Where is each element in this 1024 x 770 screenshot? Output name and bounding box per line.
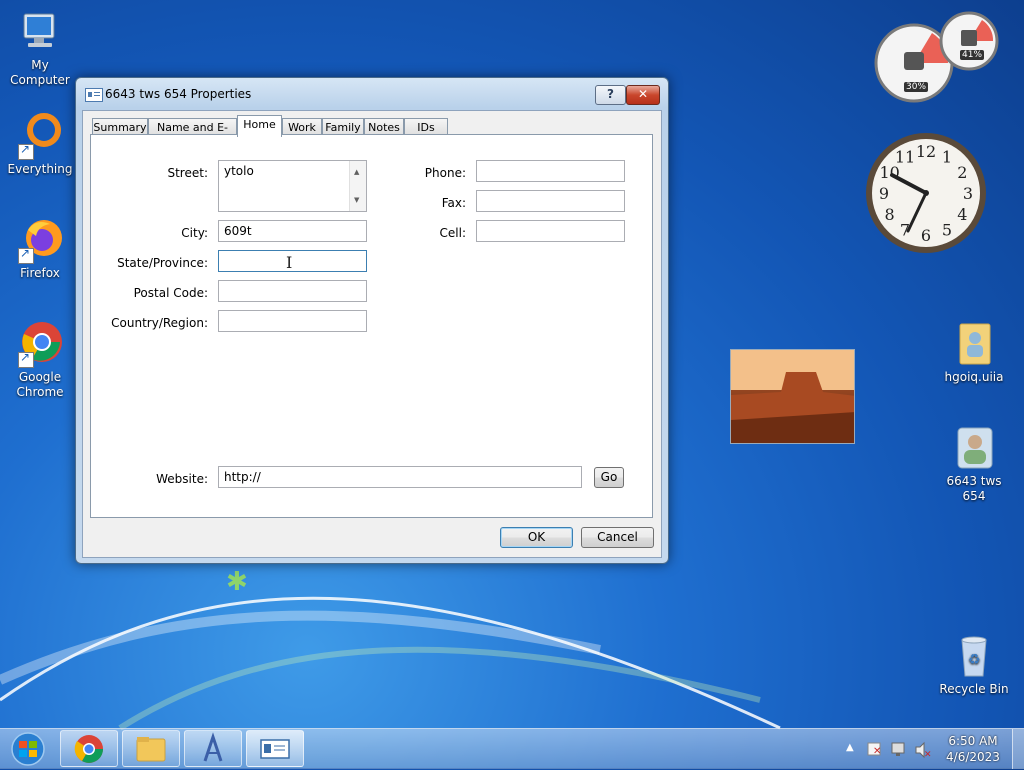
contact-properties-icon [260,739,290,759]
cancel-button[interactable]: Cancel [581,527,654,548]
city-field[interactable]: 609t [218,220,367,242]
desktop-icon-label: Firefox [20,266,60,280]
country-region-field[interactable] [218,310,367,332]
desktop-icon-recycle-bin[interactable]: ♻ Recycle Bin [934,632,1014,697]
scroll-up-icon[interactable]: ▲ [354,164,359,180]
clock-numeral: 5 [942,220,952,239]
help-button[interactable]: ? [595,85,626,105]
cpu-percent: 30% [904,82,929,92]
desktop-icon-everything[interactable]: Everything [0,112,80,177]
everything-icon [16,112,64,160]
clock-numeral: 1 [942,148,952,167]
taskbar-time: 6:50 AM [948,734,998,748]
folder-icon [136,737,166,762]
taskbar-app[interactable] [184,730,242,767]
chrome-icon [74,735,103,763]
scroll-down-icon[interactable]: ▼ [354,192,359,208]
clock-numeral: 6 [921,226,931,245]
clock-numeral: 2 [957,163,967,182]
clock-numeral: 4 [957,205,967,224]
taskbar-contact-properties[interactable] [246,730,304,767]
state-province-label: State/Province: [117,256,208,270]
taskbar-date: 4/6/2023 [946,750,1000,764]
website-label: Website: [156,472,208,486]
taskbar-explorer[interactable] [122,730,180,767]
chrome-icon [16,320,64,368]
contact-properties-window[interactable]: 6643 tws 654 Properties ? ✕ Summary Name… [75,77,669,564]
taskbar-chrome[interactable] [60,730,118,767]
slideshow-gadget[interactable] [730,349,855,444]
postal-code-field[interactable] [218,280,367,302]
shortcut-arrow-icon [18,246,34,264]
contact-card-icon [85,88,103,102]
action-center-icon[interactable]: ✕ [867,742,881,757]
network-icon[interactable] [891,742,905,756]
clock-numeral: 3 [963,184,973,203]
ok-button[interactable]: OK [500,527,573,548]
taskbar: ▲ ✕ ✕ 6:50 AM 4/6/2023 [0,728,1024,769]
desktop-icon-contact[interactable]: 6643 tws 654 [934,424,1014,504]
svg-text:✕: ✕ [924,750,932,760]
computer-icon [16,8,64,56]
app-icon [203,732,223,762]
volume-muted-icon[interactable]: ✕ [915,741,932,760]
postal-code-label: Postal Code: [133,286,208,300]
street-field[interactable]: ytolo ▲ ▼ [218,160,367,212]
cpu-meter-gadget[interactable]: 30% 41% [872,8,1002,103]
desktop-icon-hgoiq[interactable]: hgoiq.uiia [934,320,1014,385]
go-button[interactable]: Go [594,467,624,488]
cell-label: Cell: [439,226,466,240]
street-label: Street: [167,166,208,180]
svg-text:✕: ✕ [873,746,881,757]
street-value: ytolo [224,164,254,178]
fax-field[interactable] [476,190,625,212]
home-tab-panel: Street: ytolo ▲ ▼ City: 609t State/Provi… [90,134,653,518]
window-title: 6643 tws 654 Properties [105,87,252,101]
website-field[interactable]: http:// [218,466,582,488]
text-cursor-icon: I [286,253,293,272]
desktop-icon-google-chrome[interactable]: Google Chrome [0,320,80,400]
show-hidden-icons-icon[interactable]: ▲ [846,742,854,753]
firefox-icon [16,216,64,264]
desktop-icon-firefox[interactable]: Firefox [0,216,80,281]
svg-text:✱: ✱ [226,567,248,597]
clock-numeral: 12 [916,142,936,161]
clock-numeral: 9 [879,184,889,203]
desktop-icon-label: My Computer [10,58,70,87]
desktop-icon-label: Recycle Bin [939,682,1009,696]
contact-icon [950,424,998,472]
show-desktop-button[interactable] [1012,729,1024,769]
memory-percent: 41% [960,50,985,60]
desktop-icon-label: Google Chrome [16,370,64,399]
phone-field[interactable] [476,160,625,182]
phone-label: Phone: [424,166,466,180]
clock-numeral: 11 [895,148,915,167]
dialog-body: Summary Name and E-mail Home Work Family… [82,110,662,558]
start-button[interactable] [6,731,50,767]
recycle-bin-icon: ♻ [950,632,998,680]
city-label: City: [181,226,208,240]
clock-gadget[interactable]: 12 1 2 3 4 5 6 7 8 9 10 11 [864,131,989,256]
taskbar-clock[interactable]: 6:50 AM 4/6/2023 [935,733,1011,765]
shortcut-arrow-icon [18,350,34,368]
desktop-icon-label: Everything [7,162,73,176]
svg-text:♻: ♻ [968,652,981,668]
desktop-icon-label: 6643 tws 654 [946,474,1002,503]
shortcut-arrow-icon [18,142,34,160]
title-bar[interactable]: 6643 tws 654 Properties ? ✕ [76,78,668,110]
fax-label: Fax: [441,196,466,210]
close-button[interactable]: ✕ [626,85,660,105]
desktop-icon-label: hgoiq.uiia [944,370,1004,384]
contact-folder-icon [950,320,998,368]
country-region-label: Country/Region: [111,316,208,330]
tab-home[interactable]: Home [237,115,282,137]
state-province-field[interactable] [218,250,367,272]
desktop-icon-my-computer[interactable]: My Computer [0,8,80,88]
clock-numeral: 8 [885,205,895,224]
street-scrollbar[interactable]: ▲ ▼ [349,161,366,211]
cell-field[interactable] [476,220,625,242]
windows-logo-icon [11,732,45,766]
